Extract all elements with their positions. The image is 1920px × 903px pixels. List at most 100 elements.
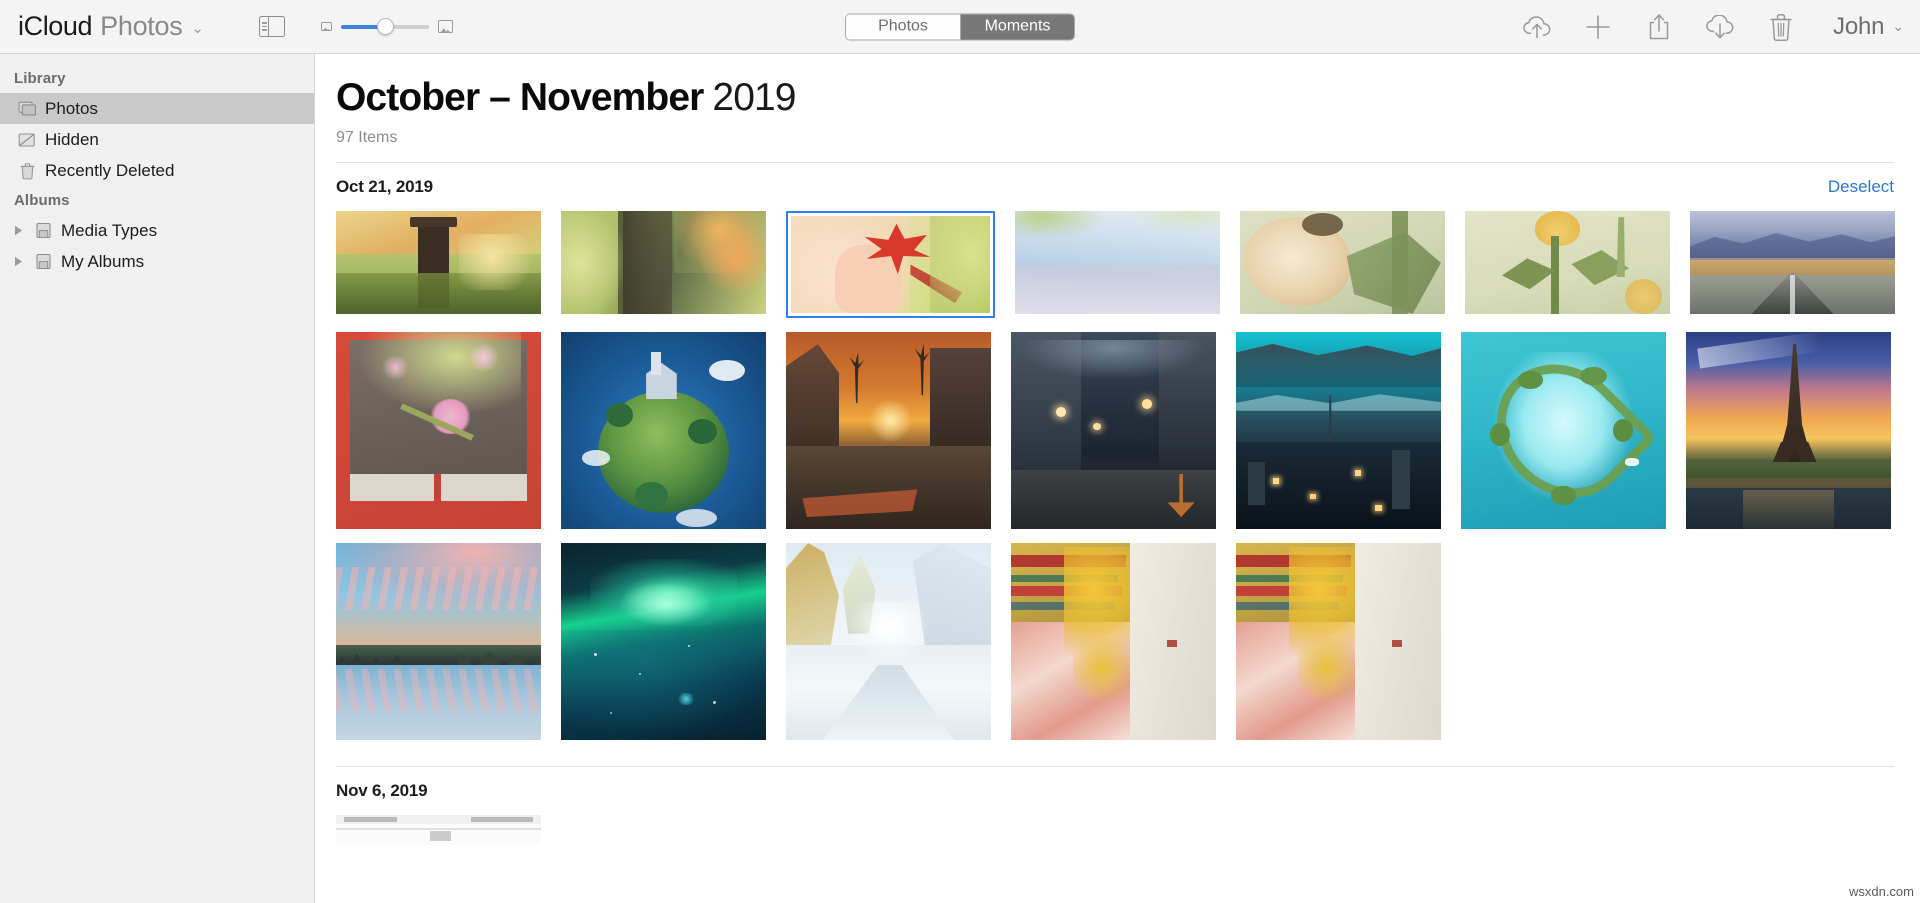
divider: [336, 766, 1894, 767]
sidebar: Library Photos Hidden Recently Deleted A…: [0, 54, 315, 903]
brand-icloud: iCloud: [18, 11, 93, 41]
photo-cell[interactable]: [1015, 211, 1220, 314]
sidebar-item-my-albums[interactable]: My Albums: [0, 246, 314, 277]
account-name: John: [1833, 12, 1885, 40]
photo-thumbnail[interactable]: [1011, 332, 1216, 529]
photo-cell[interactable]: [336, 543, 541, 740]
photo-thumbnail[interactable]: [1236, 543, 1441, 740]
day-date-label: Nov 6, 2019: [336, 781, 428, 800]
album-folder-icon: [30, 222, 56, 239]
photo-thumbnail[interactable]: [1011, 543, 1216, 740]
photo-thumbnail[interactable]: [336, 332, 541, 529]
photo-thumbnail[interactable]: [336, 211, 541, 314]
share-icon[interactable]: [1642, 10, 1676, 44]
day-date-label: Oct 21, 2019: [336, 177, 433, 196]
small-thumbnail-icon: [321, 22, 332, 31]
photo-thumbnail[interactable]: [786, 543, 991, 740]
photo-cell-selected[interactable]: [786, 211, 995, 318]
day-group-header: Oct 21, 2019 Deselect: [336, 177, 1920, 197]
photo-thumbnail[interactable]: [1690, 211, 1895, 314]
tab-photos[interactable]: Photos: [846, 14, 960, 39]
photo-cell[interactable]: [1236, 332, 1441, 529]
disclosure-triangle-icon[interactable]: [14, 225, 30, 236]
app-toolbar: iCloud Photos ⌄ Photos Moments John ⌄: [0, 0, 1920, 54]
photo-thumbnail[interactable]: [1236, 332, 1441, 529]
photo-cell[interactable]: [336, 211, 541, 314]
photo-cell[interactable]: [561, 543, 766, 740]
view-mode-segmented-control[interactable]: Photos Moments: [845, 13, 1075, 40]
sidebar-section-library: Library: [14, 70, 66, 87]
photo-cell[interactable]: [1465, 211, 1670, 314]
photo-cell[interactable]: [1240, 211, 1445, 314]
photo-cell[interactable]: [336, 815, 541, 845]
photo-grid-panel: October – November 2019 97 Items Oct 21, …: [315, 54, 1920, 903]
sidebar-toggle-lines: [260, 17, 269, 36]
sidebar-item-photos[interactable]: Photos: [0, 93, 314, 124]
page-title: October – November 2019: [336, 76, 1920, 120]
photo-thumbnail[interactable]: [561, 332, 766, 529]
app-body: Library Photos Hidden Recently Deleted A…: [0, 54, 1920, 903]
toolbar-actions: John ⌄: [1520, 10, 1904, 44]
sidebar-item-recently-deleted[interactable]: Recently Deleted: [0, 155, 314, 186]
tab-moments[interactable]: Moments: [960, 14, 1074, 39]
cloud-download-icon[interactable]: [1703, 10, 1737, 44]
day-group-header: Nov 6, 2019: [336, 781, 1920, 801]
photo-cell[interactable]: [786, 543, 991, 740]
photo-cell[interactable]: [336, 332, 541, 529]
photo-thumbnail[interactable]: [1240, 211, 1445, 314]
photo-cell[interactable]: [561, 332, 766, 529]
sidebar-item-label: My Albums: [61, 251, 145, 271]
slider-track[interactable]: [341, 18, 429, 35]
item-count: 97 Items: [336, 129, 398, 146]
sidebar-item-hidden[interactable]: Hidden: [0, 124, 314, 155]
account-menu[interactable]: John ⌄: [1833, 13, 1904, 41]
sidebar-item-label: Media Types: [61, 220, 158, 240]
sidebar-section-albums: Albums: [14, 192, 70, 209]
photo-thumbnail[interactable]: [1461, 332, 1666, 529]
album-folder-icon: [30, 253, 56, 270]
brand-photos: Photos: [100, 11, 183, 41]
photo-thumbnail[interactable]: [561, 543, 766, 740]
photo-cell[interactable]: [1686, 332, 1891, 529]
disclosure-triangle-icon[interactable]: [14, 256, 30, 267]
photo-thumbnail[interactable]: [786, 332, 991, 529]
large-thumbnail-icon: [438, 20, 453, 33]
photo-row: [336, 211, 1920, 318]
sidebar-toggle-icon[interactable]: [259, 16, 285, 37]
photo-thumbnail[interactable]: [561, 211, 766, 314]
photo-thumbnail[interactable]: [336, 815, 541, 845]
photo-thumbnail[interactable]: [1686, 332, 1891, 529]
photo-cell[interactable]: [1011, 332, 1216, 529]
sidebar-item-label: Hidden: [45, 129, 99, 149]
cloud-upload-icon[interactable]: [1520, 10, 1554, 44]
chevron-down-icon[interactable]: ⌄: [1892, 18, 1904, 35]
photo-cell[interactable]: [786, 332, 991, 529]
photos-stack-icon: [14, 101, 40, 117]
photo-cell[interactable]: [1236, 543, 1441, 740]
photo-cell[interactable]: [1690, 211, 1895, 314]
photo-thumbnail[interactable]: [1015, 211, 1220, 314]
trash-icon[interactable]: [1764, 10, 1798, 44]
photo-thumbnail[interactable]: [791, 216, 990, 313]
chevron-down-icon[interactable]: ⌄: [191, 19, 204, 37]
sidebar-item-media-types[interactable]: Media Types: [0, 215, 314, 246]
sidebar-item-label: Recently Deleted: [45, 160, 175, 180]
photo-cell[interactable]: [561, 211, 766, 314]
photo-thumbnail[interactable]: [1465, 211, 1670, 314]
sidebar-item-label: Photos: [45, 98, 98, 118]
photo-cell[interactable]: [1461, 332, 1666, 529]
slider-knob[interactable]: [376, 18, 394, 35]
photo-row: [336, 332, 1920, 529]
app-title[interactable]: iCloud Photos ⌄: [18, 11, 204, 42]
deselect-button[interactable]: Deselect: [1828, 177, 1894, 197]
photo-row: [336, 543, 1920, 740]
thumbnail-size-slider[interactable]: [321, 18, 453, 35]
title-year: 2019: [712, 76, 796, 119]
photo-row: [336, 815, 1920, 845]
plus-icon[interactable]: [1581, 10, 1615, 44]
title-date-range: October – November: [336, 76, 704, 119]
divider: [336, 162, 1894, 163]
photo-cell[interactable]: [1011, 543, 1216, 740]
photo-thumbnail[interactable]: [336, 543, 541, 740]
watermark: wsxdn.com: [1848, 884, 1914, 899]
